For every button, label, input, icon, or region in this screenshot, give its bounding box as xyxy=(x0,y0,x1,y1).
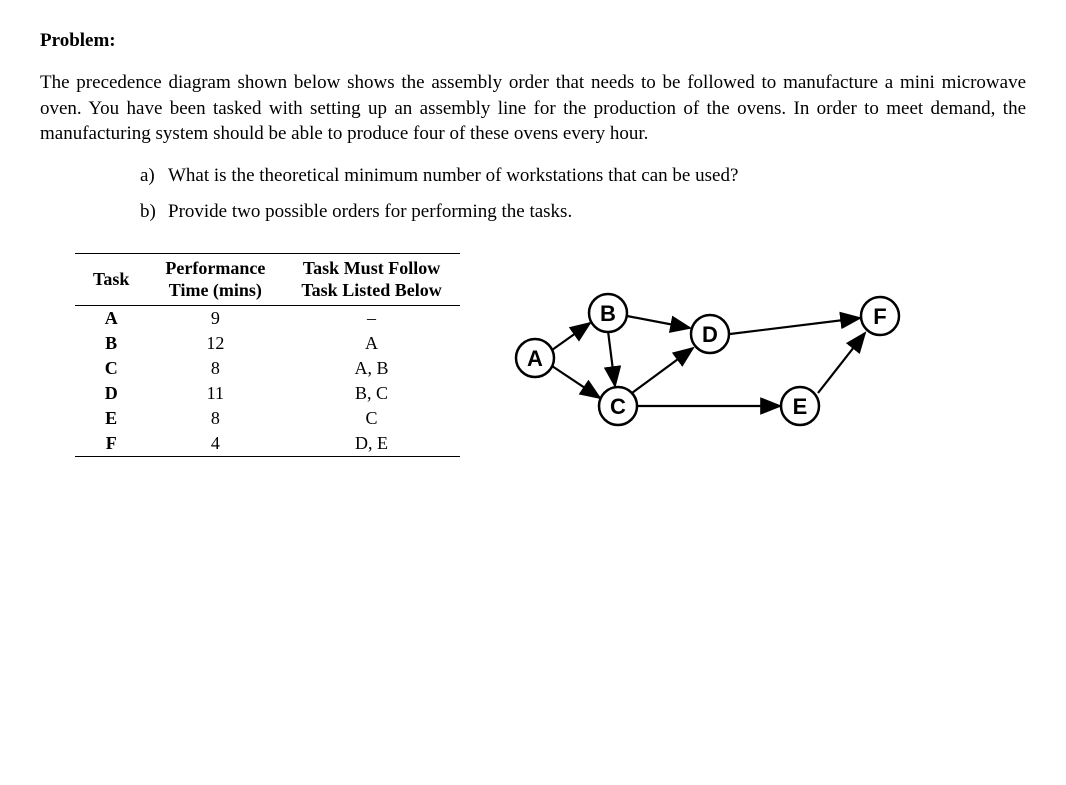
edge-a-c xyxy=(552,366,600,398)
diagram-svg: A B C D E xyxy=(500,268,920,448)
cell-time: 9 xyxy=(147,306,283,332)
edge-c-d xyxy=(632,348,693,393)
table-body: A 9 – B 12 A C 8 A, B D 11 B, C xyxy=(75,306,460,457)
node-a-label: A xyxy=(527,346,543,371)
node-c: C xyxy=(599,387,637,425)
edge-a-b xyxy=(552,323,590,350)
header-task: Task xyxy=(75,253,147,305)
header-follow-line2: Task Listed Below xyxy=(301,280,441,300)
questions-list: a) What is the theoretical minimum numbe… xyxy=(140,165,1026,223)
edge-d-f xyxy=(730,318,860,334)
node-e: E xyxy=(781,387,819,425)
cell-follow: A, B xyxy=(283,356,459,381)
table-header-row: Task Performance Time (mins) Task Must F… xyxy=(75,253,460,305)
header-follow: Task Must Follow Task Listed Below xyxy=(283,253,459,305)
node-b-label: B xyxy=(600,301,616,326)
table-row: E 8 C xyxy=(75,406,460,431)
cell-time: 8 xyxy=(147,406,283,431)
header-performance: Performance Time (mins) xyxy=(147,253,283,305)
task-table-wrap: Task Performance Time (mins) Task Must F… xyxy=(75,253,460,457)
cell-task: F xyxy=(75,431,147,457)
table-row: C 8 A, B xyxy=(75,356,460,381)
precedence-diagram: A B C D E xyxy=(500,268,920,448)
cell-follow: A xyxy=(283,331,459,356)
node-d: D xyxy=(691,315,729,353)
cell-task: D xyxy=(75,381,147,406)
node-a: A xyxy=(516,339,554,377)
cell-time: 11 xyxy=(147,381,283,406)
node-e-label: E xyxy=(792,394,807,419)
cell-task: A xyxy=(75,306,147,332)
header-follow-line1: Task Must Follow xyxy=(303,258,440,278)
cell-task: E xyxy=(75,406,147,431)
cell-task: C xyxy=(75,356,147,381)
cell-time: 8 xyxy=(147,356,283,381)
header-perf-line2: Time (mins) xyxy=(169,280,262,300)
cell-follow: B, C xyxy=(283,381,459,406)
cell-time: 4 xyxy=(147,431,283,457)
header-perf-line1: Performance xyxy=(165,258,265,278)
question-a-marker: a) xyxy=(140,165,168,187)
question-a: a) What is the theoretical minimum numbe… xyxy=(140,165,1026,187)
problem-title: Problem: xyxy=(40,30,1026,52)
node-d-label: D xyxy=(702,322,718,347)
node-b: B xyxy=(589,294,627,332)
table-row: D 11 B, C xyxy=(75,381,460,406)
task-table: Task Performance Time (mins) Task Must F… xyxy=(75,253,460,457)
edge-e-f xyxy=(818,333,865,393)
problem-paragraph: The precedence diagram shown below shows… xyxy=(40,70,1026,147)
node-f-label: F xyxy=(873,304,886,329)
cell-follow: D, E xyxy=(283,431,459,457)
question-b: b) Provide two possible orders for perfo… xyxy=(140,201,1026,223)
node-f: F xyxy=(861,297,899,335)
cell-time: 12 xyxy=(147,331,283,356)
question-b-marker: b) xyxy=(140,201,168,223)
question-a-text: What is the theoretical minimum number o… xyxy=(168,165,738,187)
edge-b-d xyxy=(627,316,690,328)
node-c-label: C xyxy=(610,394,626,419)
cell-task: B xyxy=(75,331,147,356)
question-b-text: Provide two possible orders for performi… xyxy=(168,201,572,223)
cell-follow: C xyxy=(283,406,459,431)
cell-follow: – xyxy=(283,306,459,332)
table-row: B 12 A xyxy=(75,331,460,356)
table-row: F 4 D, E xyxy=(75,431,460,457)
edge-b-c xyxy=(608,331,615,386)
content-row: Task Performance Time (mins) Task Must F… xyxy=(40,253,1026,457)
table-row: A 9 – xyxy=(75,306,460,332)
